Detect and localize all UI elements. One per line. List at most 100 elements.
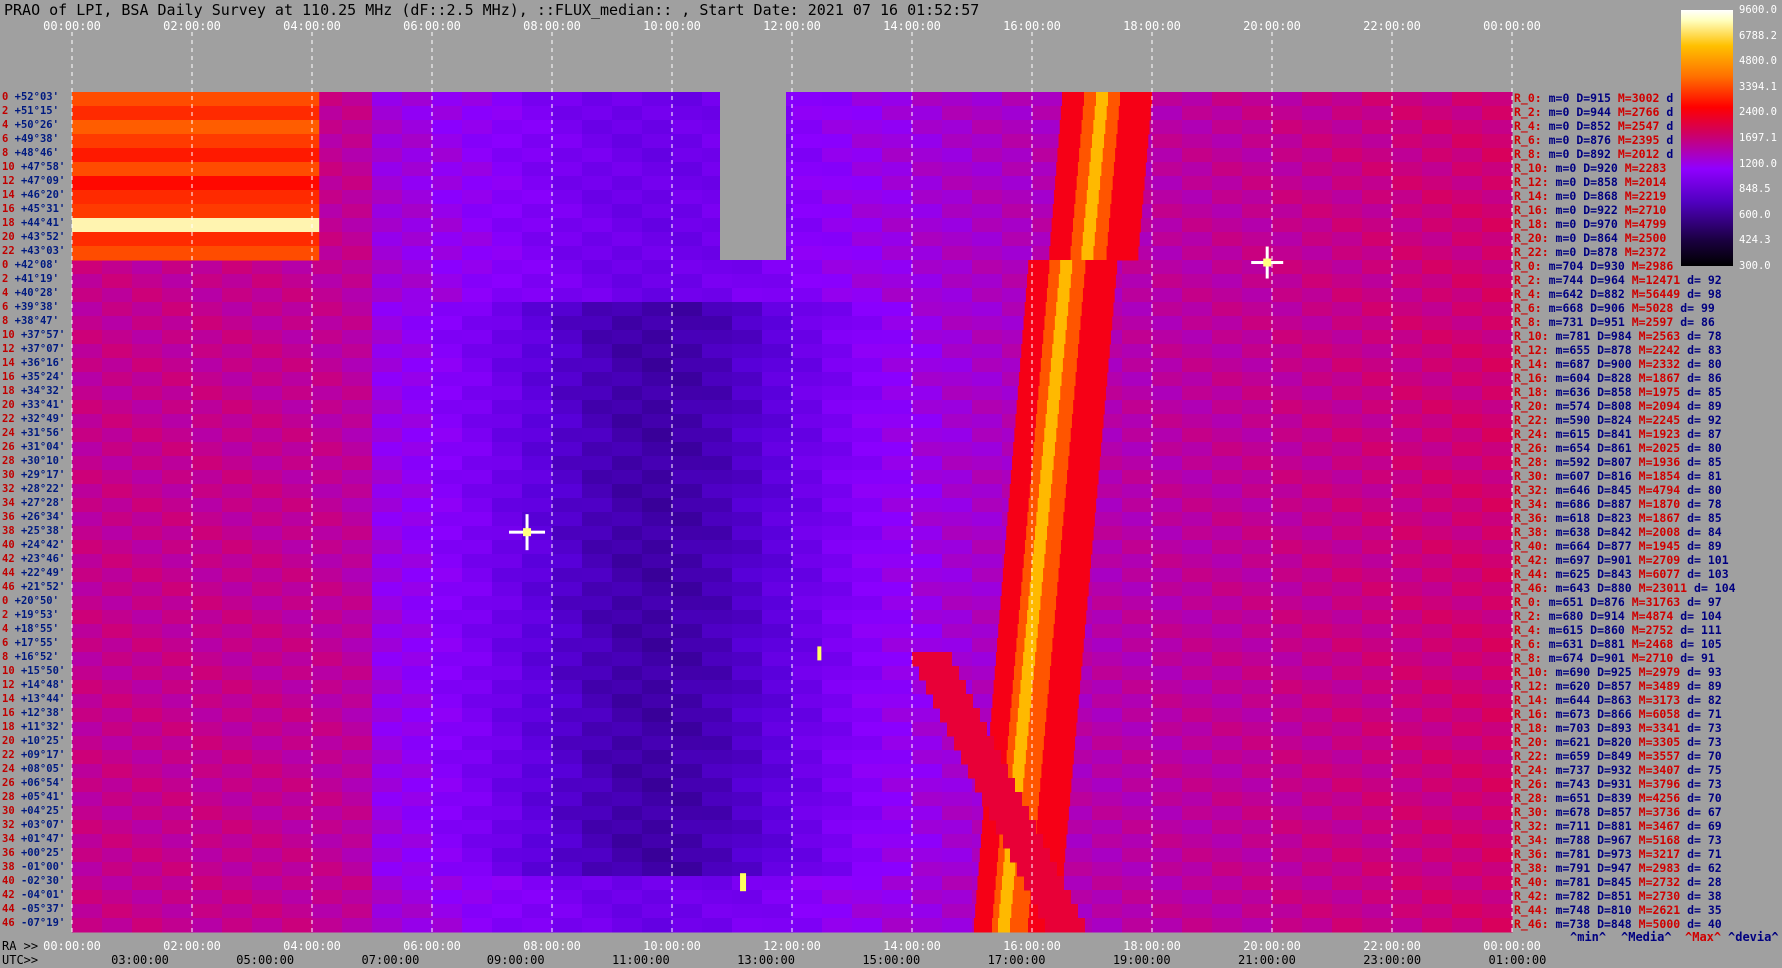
heatmap-cell [882, 386, 913, 401]
heatmap-cell [582, 498, 613, 513]
heatmap-cell [402, 260, 433, 275]
heatmap-cell [492, 778, 523, 793]
heatmap-cell [1212, 498, 1243, 513]
heatmap-cell [612, 666, 643, 681]
heatmap-cell [1152, 344, 1183, 359]
heatmap-cell [1212, 316, 1243, 331]
heatmap-cell [732, 862, 763, 877]
heatmap-cell [372, 568, 403, 583]
heatmap-cell [822, 414, 853, 429]
galactic-band [912, 652, 952, 667]
heatmap-cell [1302, 456, 1333, 471]
heatmap-cell [882, 596, 913, 611]
heatmap-cell [1092, 792, 1123, 807]
heatmap-cell [282, 568, 313, 583]
galactic-band [1031, 568, 1044, 583]
heatmap-cell [312, 456, 343, 471]
heatmap-cell [792, 890, 823, 905]
stat-field: M=2983 [1638, 861, 1681, 875]
stat-field: d= 73 [1680, 735, 1722, 749]
heatmap-cell [1392, 456, 1423, 471]
heatmap-cell [462, 918, 493, 933]
heatmap-cell [672, 344, 703, 359]
heatmap-cell [432, 834, 463, 849]
heatmap-cell [1152, 316, 1183, 331]
heatmap-cell [1362, 820, 1393, 835]
heatmap-cell [972, 512, 1003, 527]
heatmap-cell [882, 246, 913, 261]
heatmap-cell [732, 792, 763, 807]
heatmap-cell [372, 148, 403, 163]
heatmap-cell [612, 680, 643, 695]
heatmap-cell [552, 302, 583, 317]
stat-field: d= 67 [1680, 805, 1722, 819]
heatmap-cell [702, 820, 733, 835]
stat-field: d [1659, 119, 1674, 133]
heatmap-cell [972, 428, 1003, 443]
heatmap-cell [1182, 470, 1213, 485]
heatmap-cell [1062, 834, 1093, 849]
heatmap-cell [1152, 568, 1183, 583]
heatmap-cell [1392, 176, 1423, 191]
heatmap-cell [552, 498, 583, 513]
heatmap-cell [252, 414, 283, 429]
ra-axis-label: RA >> [2, 939, 39, 953]
heatmap-cell [1092, 904, 1123, 919]
dec-value: +16°52' [14, 651, 59, 663]
heatmap-cell [882, 792, 913, 807]
heatmap-cell [762, 834, 793, 849]
ra-tick-label: 04:00:00 [283, 939, 341, 953]
heatmap-cell [522, 330, 553, 345]
heatmap-cell [1452, 120, 1483, 135]
heatmap-cell [672, 638, 703, 653]
heatmap-cell [432, 260, 463, 275]
heatmap-cell [462, 512, 493, 527]
heatmap-cell [1332, 666, 1363, 681]
stat-field: m=697 D=901 [1548, 553, 1639, 567]
heatmap-cell [702, 792, 733, 807]
heatmap-cell [72, 736, 103, 751]
heatmap-cell [222, 904, 253, 919]
heatmap-cell [162, 470, 193, 485]
heatmap-cell [1272, 820, 1303, 835]
stat-field: d= 73 [1680, 721, 1722, 735]
stat-field: d= 89 [1680, 539, 1722, 553]
heatmap-cell [522, 260, 553, 275]
galactic-band [954, 736, 994, 751]
heatmap-cell [162, 904, 193, 919]
heatmap-cell [1212, 736, 1243, 751]
heatmap-cell [72, 190, 320, 205]
heatmap-cell [192, 330, 223, 345]
heatmap-cell [162, 540, 193, 555]
heatmap-cell [492, 568, 523, 583]
heatmap-cell [102, 764, 133, 779]
heatmap-cell [1182, 232, 1213, 247]
heatmap-cell [882, 778, 913, 793]
heatmap-cell [1452, 638, 1483, 653]
heatmap-cell [1182, 834, 1213, 849]
heatmap-cell [72, 274, 103, 289]
heatmap-cell [252, 918, 283, 933]
heatmap-cell [1332, 106, 1363, 121]
galactic-band [1033, 540, 1046, 555]
heatmap-cell [852, 666, 883, 681]
heatmap-cell [192, 344, 223, 359]
heatmap-cell [912, 442, 943, 457]
heatmap-cell [1332, 834, 1363, 849]
heatmap-cell [1392, 512, 1423, 527]
heatmap-cell [282, 722, 313, 737]
heatmap-cell [822, 358, 853, 373]
stat-field: m=607 D=816 [1548, 469, 1639, 483]
heatmap-cell [462, 456, 493, 471]
heatmap-cell [762, 260, 793, 275]
heatmap-cell [222, 680, 253, 695]
heatmap-cell [492, 890, 523, 905]
stat-field: m=0 D=915 [1541, 91, 1618, 105]
heatmap-cell [1272, 330, 1303, 345]
heatmap-cell [462, 652, 493, 667]
heatmap-cell [732, 274, 763, 289]
heatmap-cell [1392, 596, 1423, 611]
heatmap-cell [1272, 694, 1303, 709]
heatmap-cell [582, 414, 613, 429]
heatmap-cell [732, 414, 763, 429]
